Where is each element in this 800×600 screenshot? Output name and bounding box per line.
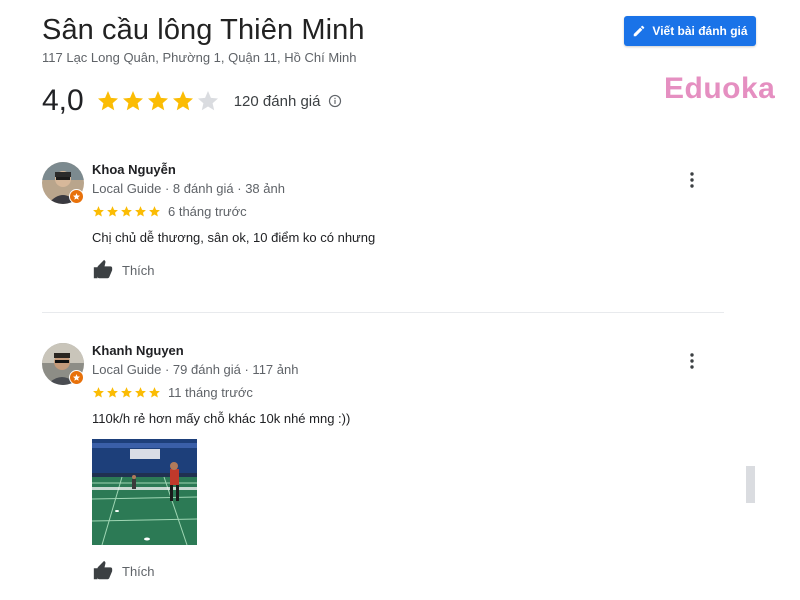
like-button[interactable]: Thích [92, 560, 155, 582]
scrollbar-thumb[interactable] [746, 466, 755, 503]
star-icon [107, 387, 118, 398]
thumb-up-icon [93, 259, 113, 279]
star-empty-icon [197, 91, 218, 111]
star-icon [149, 387, 160, 398]
write-review-label: Viết bài đánh giá [652, 24, 748, 38]
rating-value: 4,0 [42, 84, 84, 117]
review-stars [92, 205, 161, 218]
reviewer-meta: Local Guide · 8 đánh giá · 38 ảnh [92, 181, 285, 196]
like-button[interactable]: Thích [92, 259, 155, 281]
edit-icon [634, 25, 645, 37]
local-guide-badge-icon [69, 370, 84, 385]
place-title: Sân cầu lông Thiên Minh [42, 14, 365, 46]
star-icon [122, 91, 143, 111]
rating-summary: 4,0 120 đánh giá [42, 84, 342, 118]
review-text: 110k/h rẻ hơn mấy chỗ khác 10k nhé mng :… [92, 411, 351, 426]
reviewer-name[interactable]: Khanh Nguyen [92, 343, 184, 358]
watermark-logo: Eduoka [664, 72, 776, 105]
rating-stars [96, 89, 220, 113]
divider [42, 312, 724, 313]
star-icon [93, 206, 104, 217]
star-icon [97, 91, 118, 111]
like-label: Thích [122, 262, 155, 278]
more-vert-icon [690, 172, 694, 188]
reviewer-name[interactable]: Khoa Nguyễn [92, 162, 176, 177]
star-icon [147, 91, 168, 111]
more-vert-icon [690, 353, 694, 369]
more-options-button[interactable] [682, 170, 702, 190]
like-label: Thích [122, 563, 155, 579]
info-icon[interactable] [328, 94, 342, 108]
review-rating: 11 tháng trước [92, 385, 253, 400]
review-stars [92, 386, 161, 399]
more-options-button[interactable] [682, 351, 702, 371]
review-count[interactable]: 120 đánh giá [234, 93, 321, 110]
review-time: 11 tháng trước [168, 385, 253, 400]
star-icon [172, 91, 193, 111]
star-icon [107, 206, 118, 217]
thumb-up-icon [93, 560, 113, 580]
star-icon [121, 387, 132, 398]
review-photo[interactable] [92, 439, 197, 545]
star-icon [149, 206, 160, 217]
star-icon [135, 206, 146, 217]
star-icon [121, 206, 132, 217]
place-address: 117 Lạc Long Quân, Phường 1, Quận 11, Hồ… [42, 50, 357, 65]
star-icon [93, 387, 104, 398]
star-icon [135, 387, 146, 398]
review-rating: 6 tháng trước [92, 204, 247, 219]
local-guide-badge-icon [69, 189, 84, 204]
write-review-button[interactable]: Viết bài đánh giá [624, 16, 756, 46]
review-text: Chị chủ dễ thương, sân ok, 10 điểm ko có… [92, 230, 376, 245]
reviewer-meta: Local Guide · 79 đánh giá · 117 ảnh [92, 362, 299, 377]
review-time: 6 tháng trước [168, 204, 247, 219]
